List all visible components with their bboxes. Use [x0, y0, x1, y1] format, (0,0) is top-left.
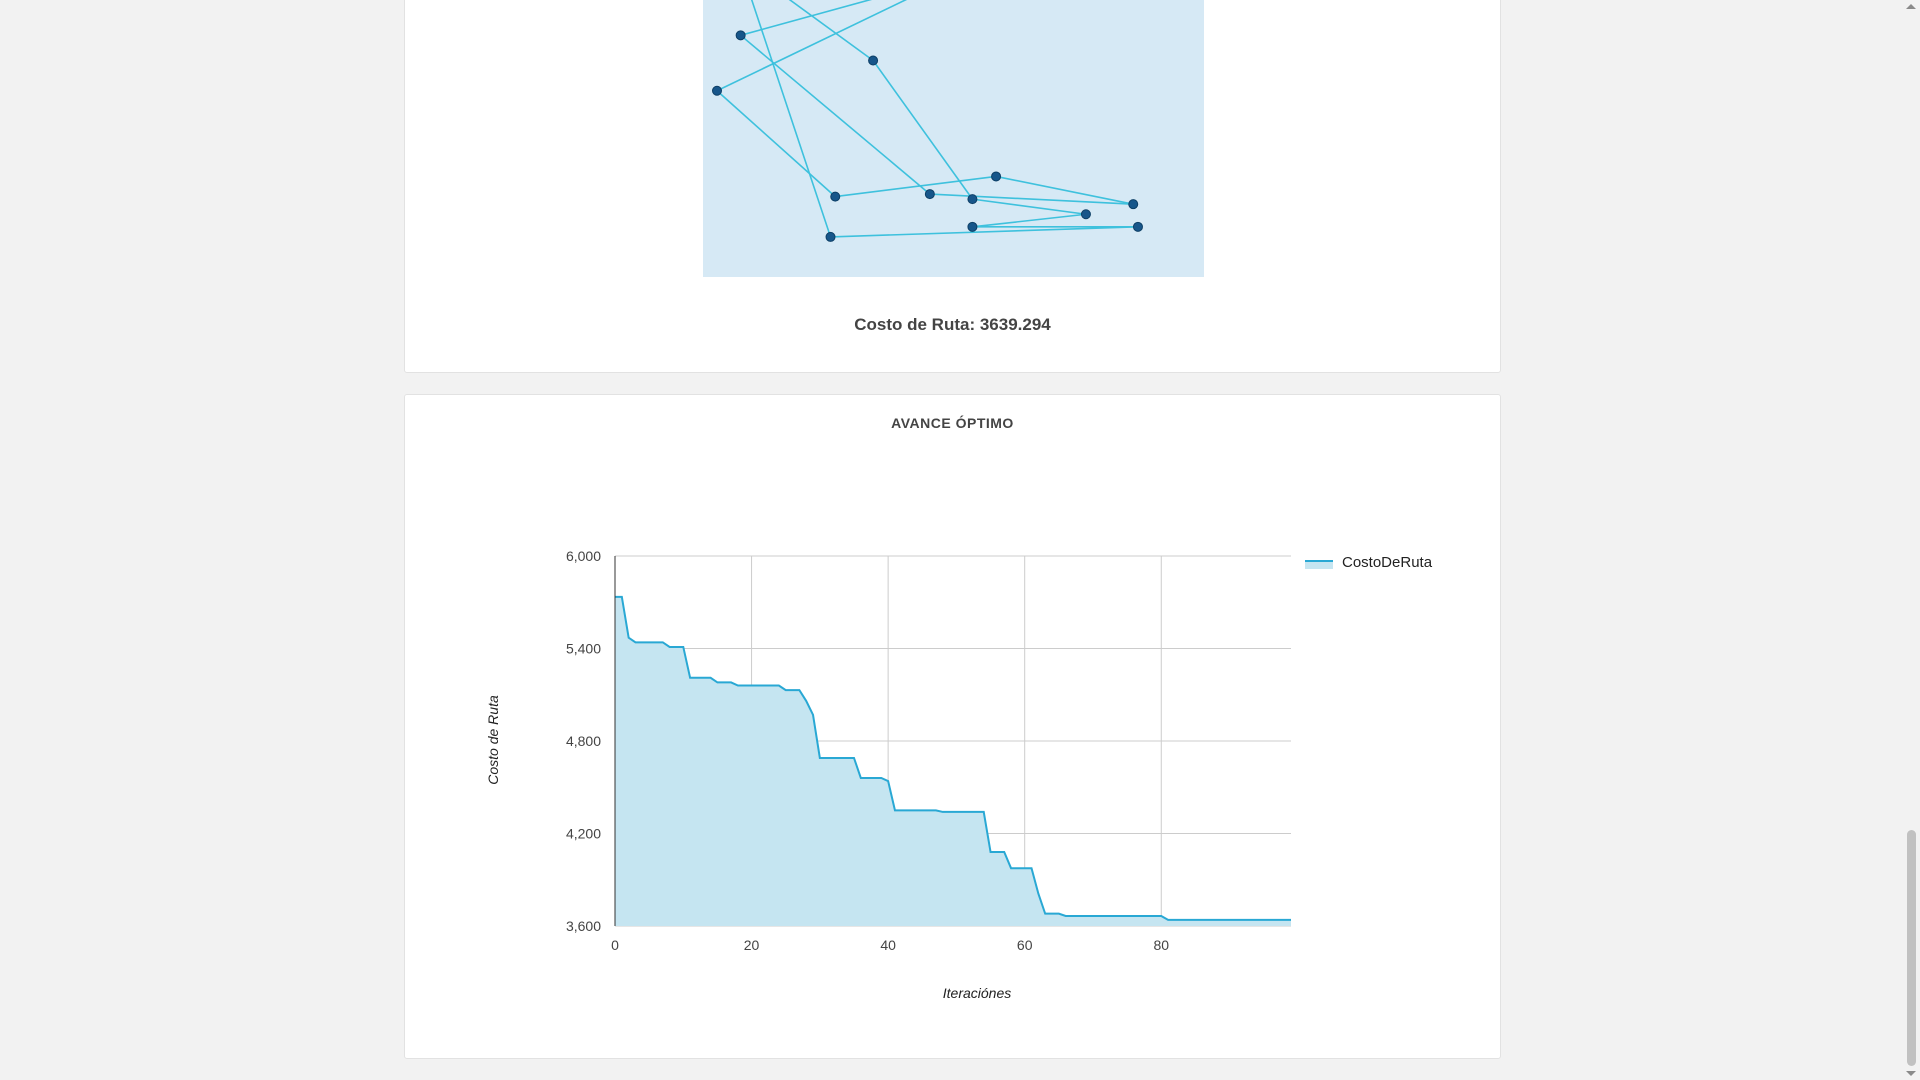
scroll-up-arrow-icon[interactable] — [1906, 4, 1916, 9]
route-city-point — [868, 55, 879, 66]
x-tick-label: 0 — [611, 937, 619, 953]
route-map — [703, 0, 1204, 277]
x-axis-title: Iteraciónes — [943, 985, 1011, 1001]
route-city-point — [967, 221, 978, 232]
y-tick-label: 4,800 — [566, 733, 601, 749]
route-map-background — [703, 0, 1204, 277]
legend-swatch-fill — [1305, 561, 1333, 569]
progress-card: AVANCE ÓPTIMO 3,600 4,200 4,800 5,400 6,000 0… — [404, 394, 1501, 1059]
scroll-down-arrow-icon[interactable] — [1906, 1071, 1916, 1076]
route-card: Costo de Ruta: 3639.294 — [404, 0, 1501, 373]
scrollbar-thumb[interactable] — [1907, 830, 1916, 1066]
x-tick-label: 20 — [744, 937, 760, 953]
route-city-point — [1080, 209, 1091, 220]
y-tick-label: 6,000 — [566, 548, 601, 564]
route-cost-label: Costo de Ruta: 3639.294 — [854, 315, 1051, 334]
x-tick-label: 80 — [1153, 937, 1169, 953]
progress-chart: 3,600 4,200 4,800 5,400 6,000 0 20 40 60 80 Iterac… — [485, 548, 1433, 1001]
route-city-point — [924, 189, 935, 200]
route-city-point — [712, 85, 722, 96]
vertical-scrollbar[interactable] — [1903, 0, 1920, 1080]
y-tick-label: 3,600 — [566, 918, 601, 934]
y-tick-label: 4,200 — [566, 826, 601, 842]
route-city-point — [1128, 199, 1139, 210]
legend-label-costoderuta: CostoDeRuta — [1342, 554, 1433, 571]
route-city-point — [830, 191, 841, 202]
y-tick-label: 5,400 — [566, 641, 601, 657]
route-city-point — [1132, 221, 1143, 232]
route-city-point — [825, 231, 836, 242]
y-axis-title: Costo de Ruta — [485, 695, 501, 785]
x-tick-label: 40 — [880, 937, 896, 953]
route-city-point — [735, 30, 746, 41]
route-city-point — [991, 171, 1002, 182]
route-city-point — [967, 194, 978, 205]
x-tick-label: 60 — [1017, 937, 1033, 953]
series-area-costoderuta — [615, 596, 1291, 926]
